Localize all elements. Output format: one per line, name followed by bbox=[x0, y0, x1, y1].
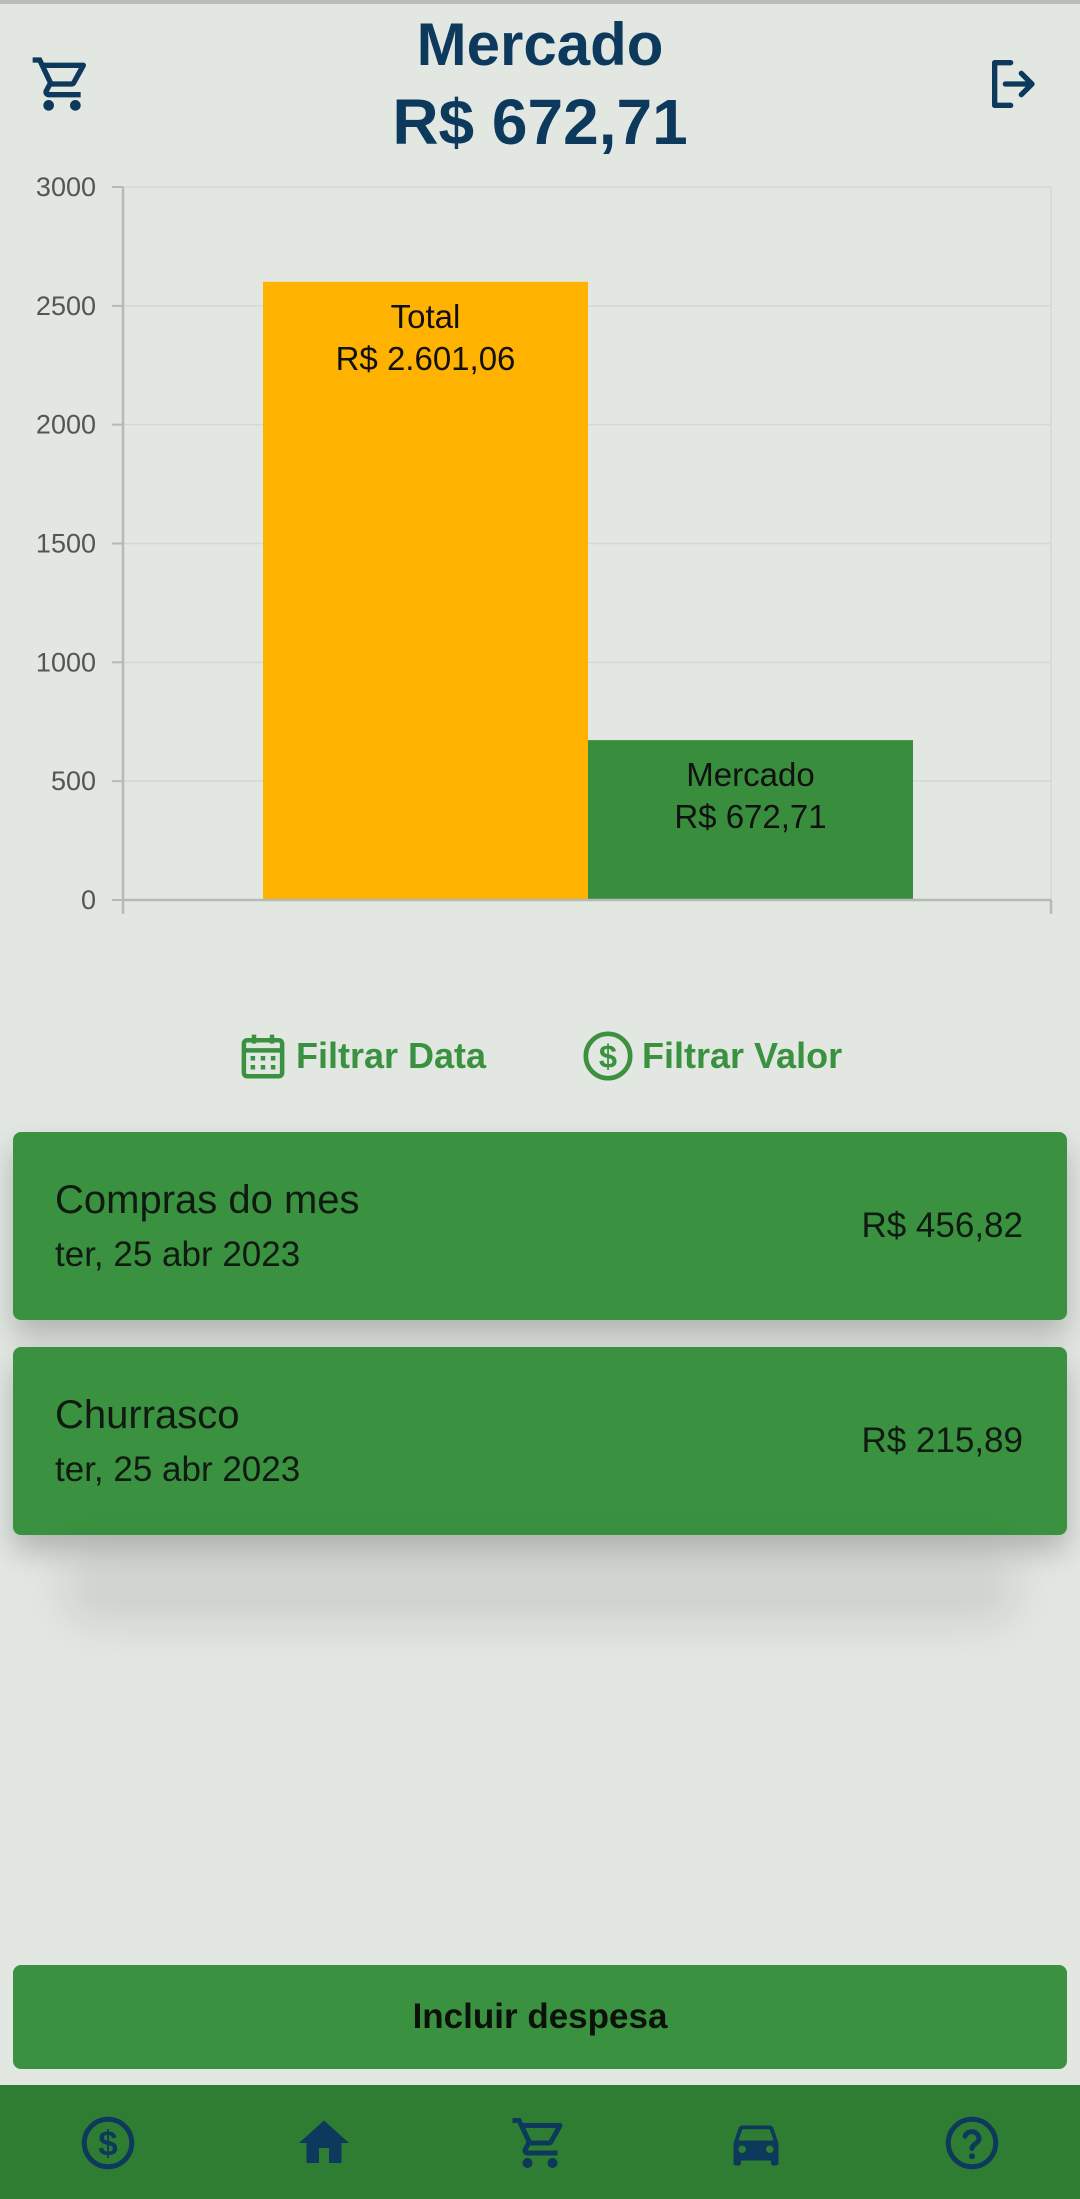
expense-card[interactable]: Churrasco ter, 25 abr 2023 R$ 215,89 bbox=[13, 1347, 1067, 1535]
y-tick-label: 1500 bbox=[36, 529, 96, 559]
page-title: Mercado bbox=[416, 11, 664, 78]
bar-category-label: Total bbox=[391, 298, 461, 335]
expense-name: Churrasco bbox=[55, 1393, 240, 1437]
y-tick-label: 0 bbox=[81, 885, 96, 915]
svg-text:$: $ bbox=[98, 2125, 117, 2164]
calendar-icon bbox=[241, 1034, 285, 1079]
bar-chart: 0 500 1000 1500 2000 2500 3000 Total R$ 2.601,06… bbox=[36, 172, 1053, 915]
nav-help[interactable] bbox=[934, 2105, 1010, 2181]
nav-finance[interactable]: $ bbox=[70, 2105, 146, 2181]
filter-value-button[interactable]: $ Filtrar Valor bbox=[580, 1024, 842, 1088]
header: Mercado R$ 672,71 bbox=[0, 4, 1080, 164]
y-tick-label: 500 bbox=[51, 766, 96, 796]
cart-icon bbox=[512, 2118, 563, 2168]
nav-home[interactable] bbox=[286, 2105, 362, 2181]
y-tick-label: 1000 bbox=[36, 647, 96, 677]
bottom-nav: $ bbox=[0, 2085, 1080, 2199]
expense-date: ter, 25 abr 2023 bbox=[55, 1450, 301, 1489]
filter-date-label: Filtrar Data bbox=[296, 1035, 487, 1076]
expense-chart: 0 500 1000 1500 2000 2500 3000 Total R$ 2.601,06… bbox=[0, 164, 1080, 924]
y-tick-label: 3000 bbox=[36, 172, 96, 202]
app-screen: Mercado R$ 672,71 0 500 1000 1500 2000 2500 30… bbox=[0, 0, 1080, 2199]
expense-name: Compras do mes bbox=[55, 1178, 360, 1222]
bar-category-label: Mercado bbox=[686, 756, 814, 793]
filter-bar: Filtrar Data $ Filtrar Valor bbox=[0, 1024, 1080, 1088]
y-tick-label: 2500 bbox=[36, 291, 96, 321]
svg-text:$: $ bbox=[599, 1038, 617, 1075]
bar-value-label: R$ 672,71 bbox=[674, 798, 826, 835]
add-expense-button[interactable]: Incluir despesa bbox=[13, 1965, 1067, 2069]
filter-value-label: Filtrar Valor bbox=[642, 1035, 843, 1076]
car-icon bbox=[733, 2125, 779, 2166]
nav-vehicle[interactable] bbox=[718, 2105, 794, 2181]
help-circle-icon bbox=[945, 2116, 999, 2170]
dollar-circle-icon: $ bbox=[81, 2116, 135, 2170]
nav-market[interactable] bbox=[502, 2105, 578, 2181]
list-shadow bbox=[60, 1554, 1020, 1624]
expense-value: R$ 215,89 bbox=[861, 1421, 1023, 1460]
page-total-amount: R$ 672,71 bbox=[392, 86, 688, 158]
bar-value-label: R$ 2.601,06 bbox=[336, 340, 516, 377]
expense-date: ter, 25 abr 2023 bbox=[55, 1235, 301, 1274]
expense-value: R$ 456,82 bbox=[861, 1206, 1023, 1245]
dollar-circle-icon: $ bbox=[583, 1031, 633, 1081]
logout-icon[interactable] bbox=[984, 52, 1048, 116]
filter-date-button[interactable]: Filtrar Data bbox=[236, 1024, 486, 1088]
home-icon bbox=[299, 2120, 349, 2163]
y-tick-label: 2000 bbox=[36, 410, 96, 440]
expense-card[interactable]: Compras do mes ter, 25 abr 2023 R$ 456,8… bbox=[13, 1132, 1067, 1320]
